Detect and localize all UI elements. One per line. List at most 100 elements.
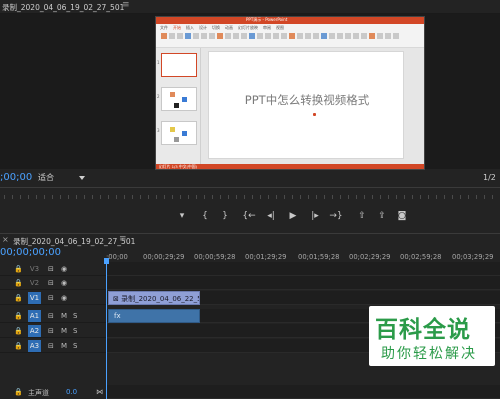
ppt-tab: 开始 — [173, 25, 181, 30]
video-clip-name: 录制_2020_04_06_22_5 — [121, 295, 200, 303]
ppt-tab: 切换 — [212, 25, 220, 30]
eye-icon[interactable]: ◉ — [61, 265, 67, 273]
sync-lock-icon[interactable]: ⊟ — [48, 312, 54, 320]
lock-icon[interactable]: 🔒 — [14, 327, 23, 335]
ruler-tick — [44, 195, 45, 199]
ppt-tab: 动画 — [225, 25, 233, 30]
ruler-tick — [436, 195, 437, 199]
track-target-v1[interactable]: V1 — [28, 292, 41, 304]
lock-icon[interactable]: 🔒 — [14, 265, 23, 273]
track-target-a2[interactable]: A2 — [28, 325, 41, 337]
ruler-tick — [468, 195, 469, 199]
ruler-tick — [156, 195, 157, 199]
ruler-tick — [60, 195, 61, 199]
track-header-v1: 🔒 V1 ⊟ ◉ — [0, 291, 106, 305]
track-header-a1: 🔒 A1 ⊟ M S — [0, 309, 106, 323]
mark-in-button[interactable]: { — [196, 209, 214, 223]
program-monitor-preview-frame[interactable]: PPT演示 - PowerPoint 文件 开始 插入 设计 切换 动画 幻灯片放映 审阅 视图… — [155, 16, 425, 170]
mute-button[interactable]: M — [61, 342, 67, 350]
program-monitor-time-ruler[interactable] — [0, 187, 500, 199]
mute-button[interactable]: M — [61, 327, 67, 335]
ppt-status-text: 幻灯片 1/3 中文(中国) — [159, 164, 198, 169]
ruler-tick — [484, 195, 485, 199]
ruler-tick — [196, 195, 197, 199]
ruler-tick — [268, 195, 269, 199]
lock-icon[interactable]: 🔒 — [14, 388, 23, 396]
sync-lock-icon[interactable]: ⊟ — [48, 279, 54, 287]
ruler-tick — [140, 195, 141, 199]
monitor-panel-menu-icon[interactable]: ≡ — [122, 0, 130, 10]
video-clip[interactable]: ⊠ 录制_2020_04_06_22_5 — [108, 291, 200, 305]
slide-thumbnail — [161, 87, 197, 111]
go-to-end-icon[interactable]: ⋈ — [96, 388, 103, 396]
master-volume-value[interactable]: 0.0 — [66, 388, 77, 396]
ruler-tick — [444, 195, 445, 199]
ppt-titlebar: PPT演示 - PowerPoint — [156, 17, 424, 24]
go-to-in-button[interactable]: {← — [240, 209, 258, 223]
ruler-tick — [428, 195, 429, 199]
ruler-tick — [132, 195, 133, 199]
eye-icon[interactable]: ◉ — [61, 294, 67, 302]
lock-icon[interactable]: 🔒 — [14, 342, 23, 350]
program-playhead-timecode[interactable]: ;00;00 — [0, 172, 32, 183]
extract-button[interactable]: ⇪ — [373, 209, 391, 223]
track-target-v2[interactable]: V2 — [28, 277, 41, 289]
go-to-out-button[interactable]: →} — [327, 209, 345, 223]
lock-icon[interactable]: 🔒 — [14, 279, 23, 287]
ruler-tick-label: 00;03;29;29 — [452, 253, 494, 261]
track-target-a3[interactable]: A3 — [28, 340, 41, 352]
ruler-tick — [460, 195, 461, 199]
program-monitor-header: 录制_2020_04_06_19_02_27_501 ≡ — [0, 0, 500, 14]
lock-icon[interactable]: 🔒 — [14, 312, 23, 320]
solo-button[interactable]: S — [73, 327, 77, 335]
add-marker-button[interactable]: ▾ — [173, 209, 191, 223]
lift-button[interactable]: ⇧ — [353, 209, 371, 223]
ruler-tick — [364, 195, 365, 199]
ppt-ribbon-tabs: 文件 开始 插入 设计 切换 动画 幻灯片放映 审阅 视图 — [160, 25, 289, 31]
eye-icon[interactable]: ◉ — [61, 279, 67, 287]
timeline-panel-menu-icon[interactable]: ≡ — [119, 234, 127, 244]
ruler-tick — [236, 195, 237, 199]
solo-button[interactable]: S — [73, 312, 77, 320]
solo-button[interactable]: S — [73, 342, 77, 350]
mute-button[interactable]: M — [61, 312, 67, 320]
ppt-slide-thumbnail-pane: 1 2 3 — [156, 48, 201, 164]
timeline-playhead[interactable] — [106, 258, 107, 399]
ruler-tick — [340, 195, 341, 199]
track-lane-master[interactable] — [107, 385, 500, 399]
ppt-tab: 设计 — [199, 25, 207, 30]
ruler-tick — [148, 195, 149, 199]
master-audio-track-header: 🔒 主声道 0.0 ⋈ — [0, 385, 106, 399]
lock-icon[interactable]: 🔒 — [14, 294, 23, 302]
close-icon[interactable]: × — [2, 235, 9, 244]
track-lane-v3[interactable] — [107, 262, 500, 276]
play-button[interactable]: ▶ — [284, 209, 302, 223]
timeline-sequence-tab[interactable]: 录制_2020_04_06_19_02_27_501 — [13, 236, 135, 247]
track-header-a3: 🔒 A3 ⊟ M S — [0, 339, 106, 353]
export-frame-button[interactable]: ◙ — [393, 209, 411, 223]
ruler-tick — [292, 195, 293, 199]
track-target-v3[interactable]: V3 — [28, 263, 41, 275]
step-forward-button[interactable]: |▸ — [306, 209, 324, 223]
ppt-window-title: PPT演示 - PowerPoint — [246, 17, 288, 22]
sync-lock-icon[interactable]: ⊟ — [48, 265, 54, 273]
ruler-tick — [300, 195, 301, 199]
timeline-playhead-timecode[interactable]: 00;00;00;00 — [0, 247, 61, 258]
thumb-number: 1 — [157, 60, 160, 65]
sync-lock-icon[interactable]: ⊟ — [48, 294, 54, 302]
chevron-down-icon[interactable] — [79, 176, 85, 180]
video-clip-label: ⊠ 录制_2020_04_06_22_5 — [113, 294, 200, 304]
ruler-tick — [308, 195, 309, 199]
track-lane-v2[interactable] — [107, 276, 500, 290]
track-target-a1[interactable]: A1 — [28, 310, 41, 322]
ppt-current-slide: PPT中怎么转换视频格式 — [208, 51, 404, 159]
mark-out-button[interactable]: } — [216, 209, 234, 223]
step-back-button[interactable]: ◂| — [262, 209, 280, 223]
ruler-tick-label: 00;01;29;29 — [245, 253, 287, 261]
playback-resolution-select[interactable]: 1/2 — [483, 173, 496, 182]
sync-lock-icon[interactable]: ⊟ — [48, 342, 54, 350]
ruler-tick — [12, 195, 13, 199]
sync-lock-icon[interactable]: ⊟ — [48, 327, 54, 335]
audio-clip[interactable]: fx — [108, 309, 200, 323]
ruler-tick — [276, 195, 277, 199]
